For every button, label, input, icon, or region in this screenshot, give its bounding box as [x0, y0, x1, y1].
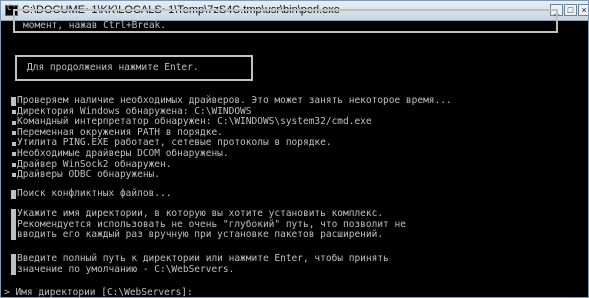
top-box-line: момент, нажав Ctrl+Break. — [23, 20, 166, 31]
close-button[interactable]: × — [578, 4, 588, 16]
path-line: значение по умолчанию - C:\WebServers. — [17, 263, 235, 275]
check-line: Необходимые драйверы DCOM обнаружены. — [17, 148, 229, 159]
check-bullet — [12, 173, 16, 177]
dir-line: вводить его каждый раз вручную при устан… — [17, 229, 384, 241]
path-line: Введите полный путь к директории или наж… — [17, 253, 389, 264]
console-output[interactable]: момент, нажав Ctrl+Break. Для продолжени… — [1, 9, 588, 297]
maximize-button[interactable]: □ — [564, 4, 577, 16]
check-line: Проверяем наличие необходимых драйверов.… — [17, 95, 452, 106]
conflict-line: Поиск конфликтных файлов... — [17, 188, 172, 199]
block-marker — [11, 254, 16, 275]
check-bullet — [12, 120, 16, 125]
check-bullet — [12, 110, 16, 114]
check-bullet — [12, 152, 16, 156]
console-window: C:\ C:\DOCUME~1\KK\LOCALS~1\Temp\7zS4C.t… — [0, 0, 589, 298]
check-bullet — [12, 131, 16, 135]
block-marker — [11, 190, 16, 199]
check-line: Драйверы ODBC обнаружены. — [17, 169, 160, 181]
directory-input-prompt[interactable]: > Имя директории [C:\WebServers]: — [4, 287, 193, 297]
check-bullet — [12, 162, 16, 167]
block-marker — [11, 97, 16, 106]
check-bullet — [12, 141, 16, 146]
enter-prompt: Для продолжения нажмите Enter. — [27, 62, 199, 73]
block-marker — [11, 209, 16, 240]
dir-line: Укажите имя директории, в которую вы хот… — [17, 208, 384, 219]
